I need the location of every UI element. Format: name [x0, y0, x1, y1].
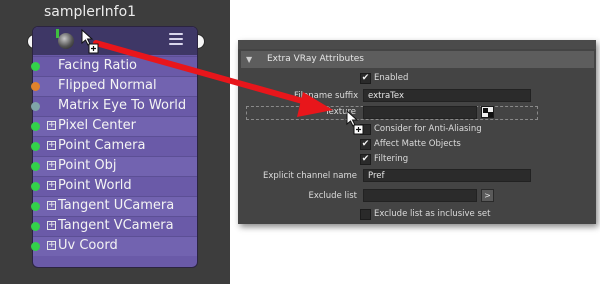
drag-arrow-head — [297, 92, 333, 117]
drag-arrow — [93, 40, 316, 107]
drag-overlay — [81, 28, 364, 135]
drop-cursor-icon — [346, 109, 364, 135]
